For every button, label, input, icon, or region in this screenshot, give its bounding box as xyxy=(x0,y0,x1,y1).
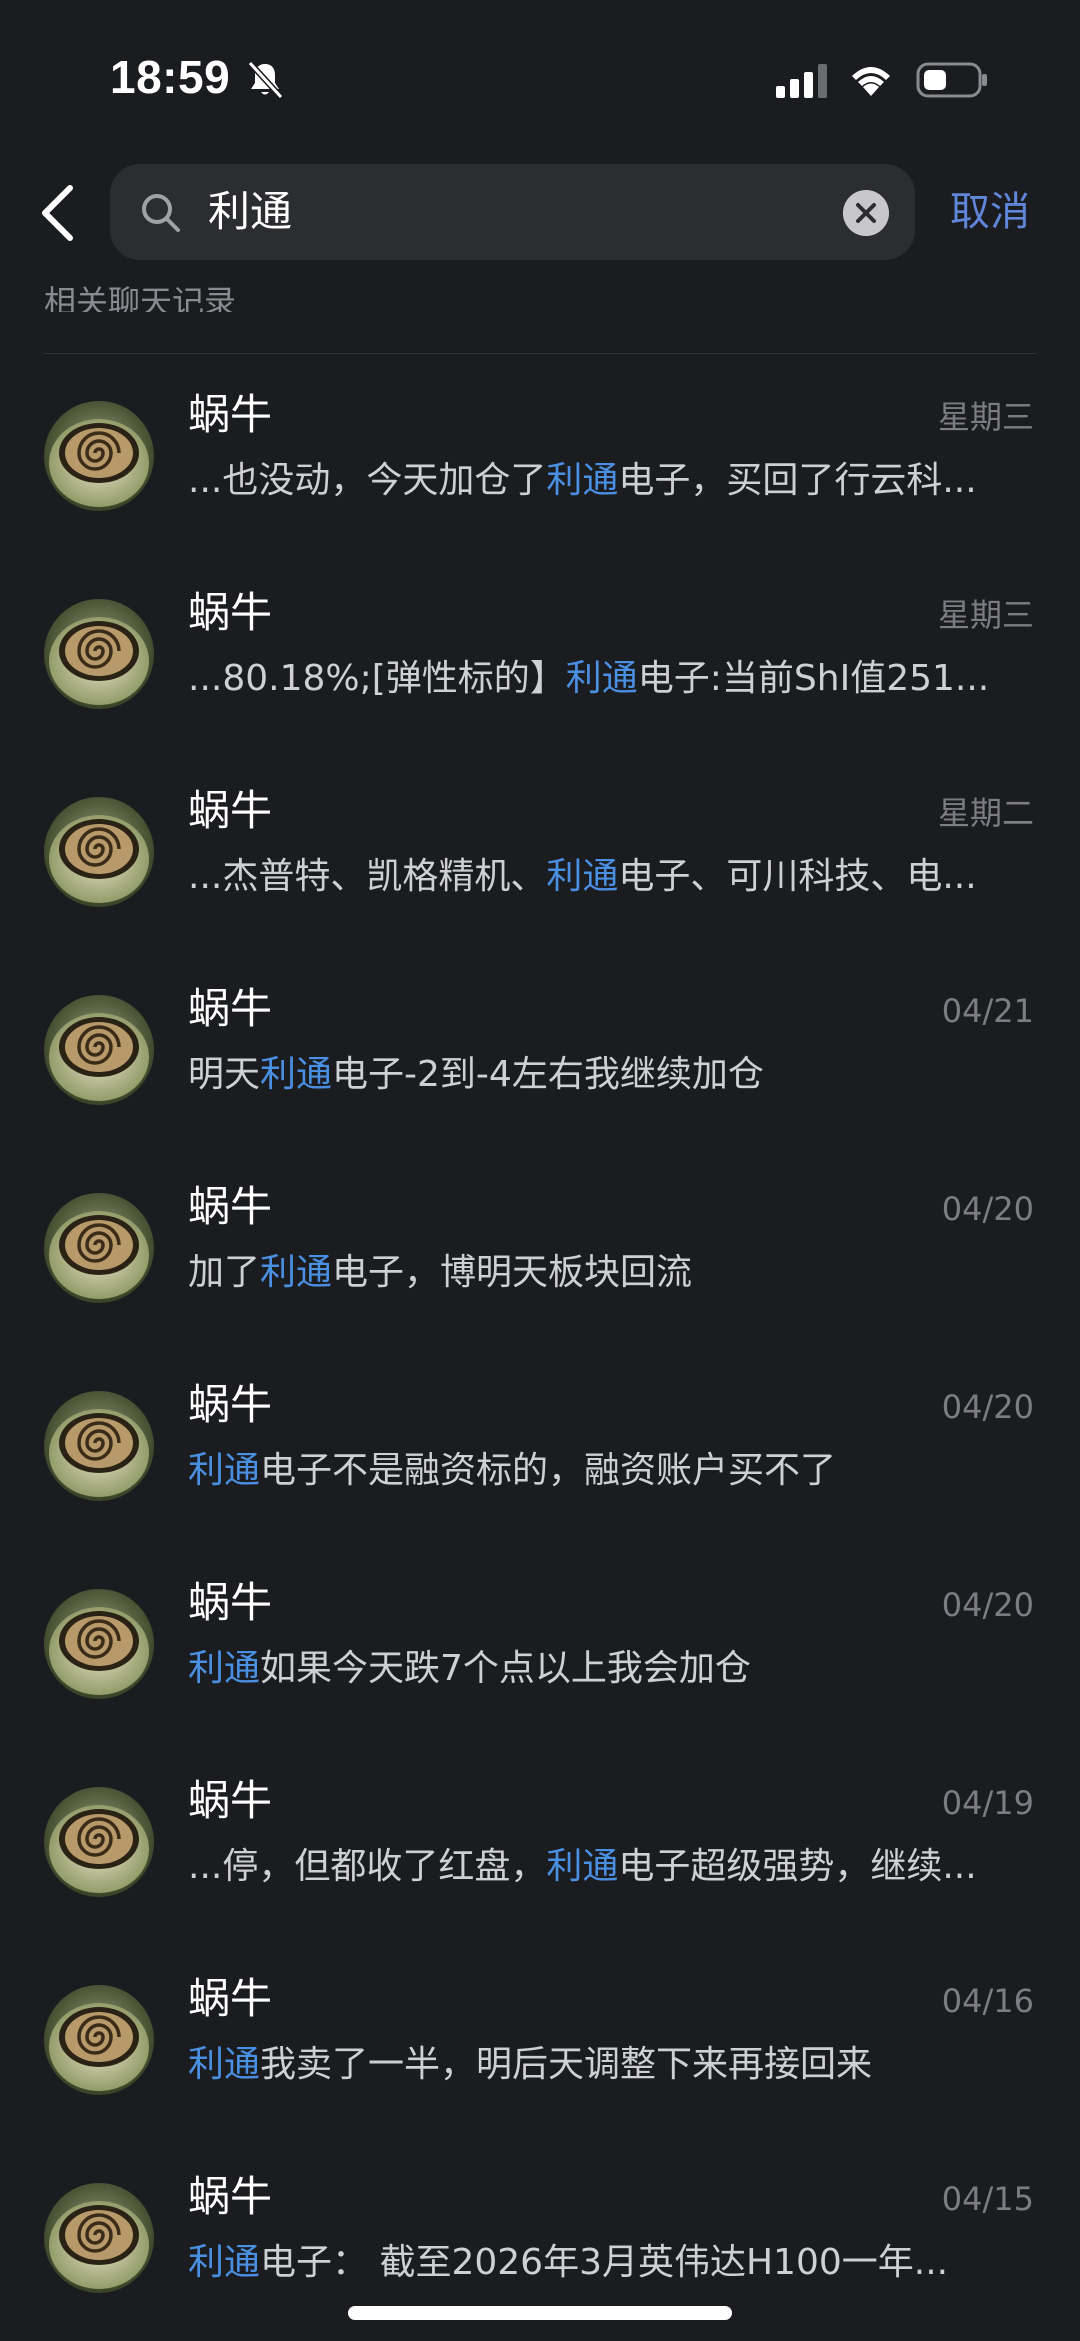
contact-name: 蜗牛 xyxy=(188,786,273,835)
snippet-highlight: 利通 xyxy=(260,1252,333,1293)
snippet-highlight: 利通 xyxy=(546,856,619,897)
search-icon xyxy=(142,194,180,232)
avatar xyxy=(44,599,154,709)
list-item[interactable]: 蜗牛 04/16 利通我卖了一半，明后天调整下来再接回来 xyxy=(0,1974,1080,2183)
message-snippet: 明天利通电子-2到-4左右我继续加仓 xyxy=(188,1047,1038,1103)
avatar xyxy=(44,401,154,511)
contact-name: 蜗牛 xyxy=(188,1182,273,1231)
section-divider xyxy=(44,353,1036,354)
cancel-button[interactable]: 取消 xyxy=(950,180,1030,244)
message-snippet: ...80.18%;[弹性标的】利通电子:当前ShI值251... xyxy=(188,651,1038,707)
snippet-suffix: 电子，博明天板块回流 xyxy=(332,1252,693,1293)
avatar xyxy=(44,1985,154,2095)
snippet-prefix: ...80.18%;[弹性标的】 xyxy=(188,658,566,699)
search-input[interactable]: 利通 xyxy=(208,180,292,244)
contact-name: 蜗牛 xyxy=(188,2172,273,2221)
snippet-suffix: 电子超级强势，继续... xyxy=(618,1846,977,1887)
contact-name: 蜗牛 xyxy=(188,588,273,637)
message-snippet: 利通电子不是融资标的，融资账户买不了 xyxy=(188,1443,1038,1499)
snippet-suffix: 电子，买回了行云科... xyxy=(618,460,977,501)
contact-name: 蜗牛 xyxy=(188,1974,273,2023)
snippet-prefix: 明天 xyxy=(188,1054,261,1095)
snippet-suffix: 电子、可川科技、电... xyxy=(618,856,977,897)
section-label: 相关聊天记录 xyxy=(44,283,237,312)
message-snippet: ...杰普特、凯格精机、利通电子、可川科技、电... xyxy=(188,849,1038,905)
snippet-suffix: 如果今天跌7个点以上我会加仓 xyxy=(260,1648,751,1689)
list-item[interactable]: 蜗牛 星期三 ...也没动，今天加仓了利通电子，买回了行云科... xyxy=(0,390,1080,599)
snippet-suffix: 电子-2到-4左右我继续加仓 xyxy=(332,1054,764,1095)
avatar xyxy=(44,1193,154,1303)
message-date: 04/19 xyxy=(941,1784,1034,1822)
status-bar: 18:59 xyxy=(0,0,1080,150)
message-snippet: 加了利通电子，博明天板块回流 xyxy=(188,1245,1038,1301)
signal-icon xyxy=(776,64,827,98)
message-snippet: 利通电子： 截至2026年3月英伟达H100一年... xyxy=(188,2235,1038,2291)
search-field[interactable]: 利通 xyxy=(110,164,915,260)
message-date: 04/15 xyxy=(941,2180,1034,2218)
message-snippet: 利通我卖了一半，明后天调整下来再接回来 xyxy=(188,2037,1038,2093)
snippet-prefix: ...也没动，今天加仓了 xyxy=(188,460,547,501)
avatar xyxy=(44,995,154,1105)
snippet-suffix: 电子： 截至2026年3月英伟达H100一年... xyxy=(260,2242,949,2283)
home-indicator xyxy=(348,2306,732,2320)
list-item[interactable]: 蜗牛 星期二 ...杰普特、凯格精机、利通电子、可川科技、电... xyxy=(0,786,1080,995)
message-date: 星期三 xyxy=(937,398,1034,436)
snippet-highlight: 利通 xyxy=(188,2242,261,2283)
snippet-suffix: 我卖了一半，明后天调整下来再接回来 xyxy=(260,2044,873,2085)
search-results-screen: 18:59 利通 取消 相关聊天记录 蜗牛 星期三 ...也没动，今天加仓了利通… xyxy=(0,0,1080,2341)
snippet-highlight: 利通 xyxy=(546,460,619,501)
message-date: 星期三 xyxy=(937,596,1034,634)
message-date: 04/20 xyxy=(941,1388,1034,1426)
list-item[interactable]: 蜗牛 04/20 利通如果今天跌7个点以上我会加仓 xyxy=(0,1578,1080,1787)
list-item[interactable]: 蜗牛 04/20 利通电子不是融资标的，融资账户买不了 xyxy=(0,1380,1080,1589)
message-snippet: 利通如果今天跌7个点以上我会加仓 xyxy=(188,1641,1038,1697)
contact-name: 蜗牛 xyxy=(188,1578,273,1627)
status-time: 18:59 xyxy=(110,51,231,103)
avatar xyxy=(44,1391,154,1501)
snippet-highlight: 利通 xyxy=(188,1450,261,1491)
contact-name: 蜗牛 xyxy=(188,984,273,1033)
snippet-prefix: ...停，但都收了红盘， xyxy=(188,1846,547,1887)
wifi-icon xyxy=(852,67,890,96)
snippet-suffix: 电子:当前ShI值251... xyxy=(637,658,990,699)
snippet-highlight: 利通 xyxy=(565,658,638,699)
message-date: 星期二 xyxy=(937,794,1034,832)
contact-name: 蜗牛 xyxy=(188,1380,273,1429)
message-date: 04/16 xyxy=(941,1982,1034,2020)
message-snippet: ...也没动，今天加仓了利通电子，买回了行云科... xyxy=(188,453,1038,509)
snippet-highlight: 利通 xyxy=(188,1648,261,1689)
avatar xyxy=(44,797,154,907)
back-button[interactable] xyxy=(30,178,90,248)
bell-off-icon xyxy=(247,60,284,100)
contact-name: 蜗牛 xyxy=(188,390,273,439)
clear-icon[interactable] xyxy=(843,190,889,236)
avatar xyxy=(44,1589,154,1699)
avatar xyxy=(44,2183,154,2293)
list-item[interactable]: 蜗牛 04/21 明天利通电子-2到-4左右我继续加仓 xyxy=(0,984,1080,1193)
snippet-highlight: 利通 xyxy=(260,1054,333,1095)
list-item[interactable]: 蜗牛 04/19 ...停，但都收了红盘，利通电子超级强势，继续... xyxy=(0,1776,1080,1985)
snippet-suffix: 电子不是融资标的，融资账户买不了 xyxy=(260,1450,837,1491)
snippet-highlight: 利通 xyxy=(188,2044,261,2085)
list-item[interactable]: 蜗牛 04/20 加了利通电子，博明天板块回流 xyxy=(0,1182,1080,1391)
avatar xyxy=(44,1787,154,1897)
message-date: 04/20 xyxy=(941,1586,1034,1624)
message-date: 04/20 xyxy=(941,1190,1034,1228)
list-item[interactable]: 蜗牛 星期三 ...80.18%;[弹性标的】利通电子:当前ShI值251... xyxy=(0,588,1080,797)
message-date: 04/21 xyxy=(941,992,1034,1030)
contact-name: 蜗牛 xyxy=(188,1776,273,1825)
snippet-prefix: 加了 xyxy=(188,1252,261,1293)
snippet-prefix: ...杰普特、凯格精机、 xyxy=(188,856,547,897)
battery-icon xyxy=(916,62,987,98)
message-snippet: ...停，但都收了红盘，利通电子超级强势，继续... xyxy=(188,1839,1038,1895)
snippet-highlight: 利通 xyxy=(546,1846,619,1887)
